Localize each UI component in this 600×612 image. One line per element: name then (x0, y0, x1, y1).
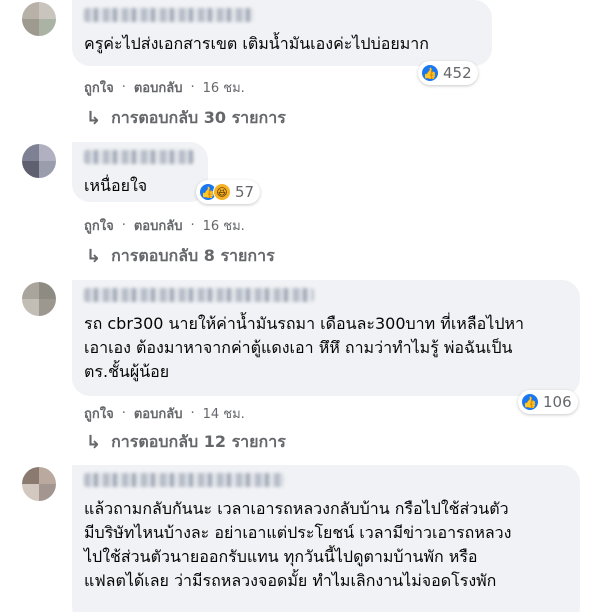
comment-text: ครูค่ะไปส่งเอกสารเขต เติมน้ำมันเองค่ะไปบ… (84, 34, 429, 53)
reaction-count: 57 (235, 183, 255, 201)
like-icon: 👍 (521, 393, 539, 411)
dot-separator: · (190, 218, 195, 233)
comment-bubble: เหนื่อยใจ (72, 142, 208, 202)
avatar[interactable] (22, 2, 56, 36)
reaction-count: 106 (543, 393, 572, 411)
comment-text: รถ cbr300 นายให้ค่าน้ำมันรถมา เดือนละ300… (84, 314, 524, 381)
comment-bubble: รถ cbr300 นายให้ค่าน้ำมันรถมา เดือนละ300… (72, 280, 580, 396)
like-link[interactable]: ถูกใจ (84, 403, 114, 424)
comment-actions: ถูกใจ · ตอบกลับ · 16 ชม. (84, 215, 245, 236)
reaction-summary[interactable]: 👍 106 (518, 390, 578, 414)
dot-separator: · (190, 406, 195, 421)
dot-separator: · (121, 406, 126, 421)
reaction-summary[interactable]: 👍 452 (418, 61, 478, 85)
avatar[interactable] (22, 282, 56, 316)
like-link[interactable]: ถูกใจ (84, 77, 114, 98)
comment-text: เหนื่อยใจ (84, 176, 148, 195)
reply-arrow-icon: ↳ (86, 246, 102, 267)
reply-arrow-icon: ↳ (86, 108, 102, 129)
like-icon: 👍 (421, 64, 439, 82)
replies-label: การตอบกลับ 8 รายการ (111, 246, 275, 265)
timestamp[interactable]: 16 ชม. (203, 215, 245, 236)
timestamp[interactable]: 14 ชม. (203, 403, 245, 424)
author-name-blurred[interactable] (84, 288, 314, 302)
view-replies-button[interactable]: ↳ การตอบกลับ 30 รายการ (86, 106, 286, 131)
reaction-summary[interactable]: 👍 😆 57 (196, 180, 261, 204)
reply-link[interactable]: ตอบกลับ (134, 403, 183, 424)
comment-actions: ถูกใจ · ตอบกลับ · 14 ชม. (84, 403, 245, 424)
like-link[interactable]: ถูกใจ (84, 215, 114, 236)
replies-label: การตอบกลับ 12 รายการ (111, 432, 286, 451)
haha-icon: 😆 (213, 183, 231, 201)
dot-separator: · (121, 80, 126, 95)
author-name-blurred[interactable] (84, 473, 284, 487)
comment-actions: ถูกใจ · ตอบกลับ · 16 ชม. (84, 77, 245, 98)
timestamp[interactable]: 16 ชม. (203, 77, 245, 98)
reply-link[interactable]: ตอบกลับ (134, 215, 183, 236)
author-name-blurred[interactable] (84, 8, 254, 22)
avatar[interactable] (22, 144, 56, 178)
replies-label: การตอบกลับ 30 รายการ (111, 108, 286, 127)
reaction-count: 452 (443, 64, 472, 82)
view-replies-button[interactable]: ↳ การตอบกลับ 12 รายการ (86, 430, 286, 455)
comment-text: แล้วถามกลับกันนะ เวลาเอารถหลวงกลับบ้าน ก… (84, 499, 512, 590)
dot-separator: · (121, 218, 126, 233)
reply-arrow-icon: ↳ (86, 432, 102, 453)
dot-separator: · (190, 80, 195, 95)
comment-bubble: แล้วถามกลับกันนะ เวลาเอารถหลวงกลับบ้าน ก… (72, 465, 580, 612)
reply-link[interactable]: ตอบกลับ (134, 77, 183, 98)
comment-bubble: ครูค่ะไปส่งเอกสารเขต เติมน้ำมันเองค่ะไปบ… (72, 0, 492, 66)
view-replies-button[interactable]: ↳ การตอบกลับ 8 รายการ (86, 244, 275, 269)
author-name-blurred[interactable] (84, 150, 194, 164)
avatar[interactable] (22, 467, 56, 501)
